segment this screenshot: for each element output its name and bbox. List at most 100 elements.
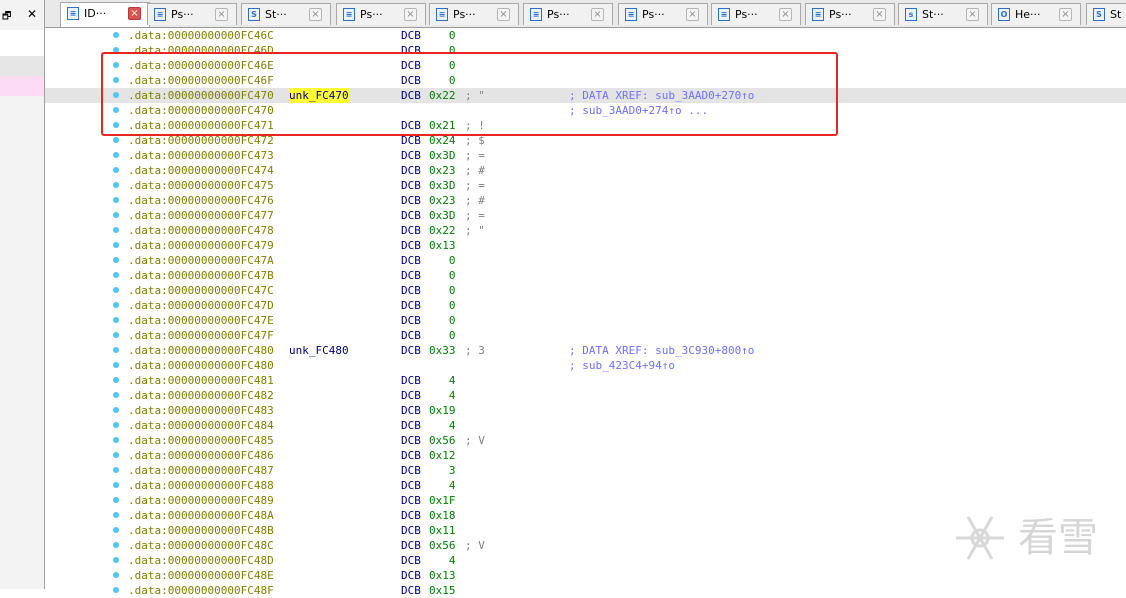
- address[interactable]: .data:00000000000FC479: [128, 238, 274, 253]
- listing-line[interactable]: .data:00000000000FC47F DCB 0: [45, 328, 1126, 343]
- tab-close-icon[interactable]: ×: [404, 8, 417, 21]
- breakpoint-dot-icon[interactable]: [113, 527, 119, 533]
- breakpoint-dot-icon[interactable]: [113, 272, 119, 278]
- address[interactable]: .data:00000000000FC477: [128, 208, 274, 223]
- breakpoint-dot-icon[interactable]: [113, 497, 119, 503]
- breakpoint-dot-icon[interactable]: [113, 512, 119, 518]
- address[interactable]: .data:00000000000FC46C: [128, 28, 274, 43]
- listing-line[interactable]: .data:00000000000FC47D DCB 0: [45, 298, 1126, 313]
- breakpoint-dot-icon[interactable]: [113, 152, 119, 158]
- tab-1[interactable]: ≡ ID··· ×: [60, 2, 150, 27]
- address[interactable]: .data:00000000000FC480: [128, 343, 274, 358]
- address[interactable]: .data:00000000000FC484: [128, 418, 274, 433]
- panel-row[interactable]: [0, 56, 44, 76]
- tab-close-icon[interactable]: ×: [591, 8, 604, 21]
- breakpoint-dot-icon[interactable]: [113, 137, 119, 143]
- breakpoint-dot-icon[interactable]: [113, 422, 119, 428]
- listing-line[interactable]: .data:00000000000FC488 DCB 4: [45, 478, 1126, 493]
- breakpoint-dot-icon[interactable]: [113, 212, 119, 218]
- xref-comment[interactable]: ; DATA XREF: sub_3C930+800↑o: [569, 343, 754, 358]
- address[interactable]: .data:00000000000FC47D: [128, 298, 274, 313]
- address[interactable]: .data:00000000000FC48A: [128, 508, 274, 523]
- listing-line[interactable]: .data:00000000000FC47A DCB 0: [45, 253, 1126, 268]
- listing-line[interactable]: .data:00000000000FC46C DCB 0: [45, 28, 1126, 43]
- breakpoint-dot-icon[interactable]: [113, 197, 119, 203]
- tab-close-icon[interactable]: ×: [215, 8, 228, 21]
- address[interactable]: .data:00000000000FC48B: [128, 523, 274, 538]
- address[interactable]: .data:00000000000FC486: [128, 448, 274, 463]
- breakpoint-dot-icon[interactable]: [113, 287, 119, 293]
- address[interactable]: .data:00000000000FC487: [128, 463, 274, 478]
- address[interactable]: .data:00000000000FC47F: [128, 328, 274, 343]
- breakpoint-dot-icon[interactable]: [113, 482, 119, 488]
- address[interactable]: .data:00000000000FC48F: [128, 583, 274, 598]
- address[interactable]: .data:00000000000FC474: [128, 163, 274, 178]
- xref-comment[interactable]: ; sub_423C4+94↑o: [569, 358, 675, 373]
- breakpoint-dot-icon[interactable]: [113, 317, 119, 323]
- address[interactable]: .data:00000000000FC48E: [128, 568, 274, 583]
- address[interactable]: .data:00000000000FC488: [128, 478, 274, 493]
- breakpoint-dot-icon[interactable]: [113, 347, 119, 353]
- listing-line[interactable]: .data:00000000000FC475 DCB 0x3D ; =: [45, 178, 1126, 193]
- breakpoint-dot-icon[interactable]: [113, 452, 119, 458]
- close-window-icon[interactable]: ✕: [27, 7, 37, 21]
- tab-10[interactable]: s St··· ×: [898, 3, 988, 25]
- listing-line[interactable]: .data:00000000000FC480 unk_FC480 DCB 0x33 ; …: [45, 343, 1126, 358]
- breakpoint-dot-icon[interactable]: [113, 437, 119, 443]
- tab-4[interactable]: ≡ Ps··· ×: [336, 3, 426, 25]
- address[interactable]: .data:00000000000FC47A: [128, 253, 274, 268]
- listing-line[interactable]: .data:00000000000FC476 DCB 0x23 ; #: [45, 193, 1126, 208]
- tab-11[interactable]: O He··· ×: [991, 3, 1081, 25]
- tab-close-icon[interactable]: ×: [497, 8, 510, 21]
- breakpoint-dot-icon[interactable]: [113, 377, 119, 383]
- tab-close-icon[interactable]: ×: [686, 8, 699, 21]
- listing-line[interactable]: .data:00000000000FC48F DCB 0x15: [45, 583, 1126, 598]
- address[interactable]: .data:00000000000FC476: [128, 193, 274, 208]
- breakpoint-dot-icon[interactable]: [113, 332, 119, 338]
- tab-close-icon[interactable]: ×: [128, 7, 141, 20]
- listing-line[interactable]: .data:00000000000FC486 DCB 0x12: [45, 448, 1126, 463]
- breakpoint-dot-icon[interactable]: [113, 182, 119, 188]
- breakpoint-dot-icon[interactable]: [113, 392, 119, 398]
- tab-close-icon[interactable]: ×: [309, 8, 322, 21]
- listing-line[interactable]: .data:00000000000FC484 DCB 4: [45, 418, 1126, 433]
- tab-close-icon[interactable]: ×: [873, 8, 886, 21]
- breakpoint-dot-icon[interactable]: [113, 242, 119, 248]
- listing-line[interactable]: .data:00000000000FC474 DCB 0x23 ; #: [45, 163, 1126, 178]
- listing-line[interactable]: .data:00000000000FC487 DCB 3: [45, 463, 1126, 478]
- tab-7[interactable]: ≡ Ps··· ×: [618, 3, 708, 25]
- address[interactable]: .data:00000000000FC47C: [128, 283, 274, 298]
- address[interactable]: .data:00000000000FC485: [128, 433, 274, 448]
- listing-line[interactable]: .data:00000000000FC473 DCB 0x3D ; =: [45, 148, 1126, 163]
- listing-line[interactable]: .data:00000000000FC477 DCB 0x3D ; =: [45, 208, 1126, 223]
- tab-8[interactable]: ≡ Ps··· ×: [711, 3, 801, 25]
- listing-line[interactable]: .data:00000000000FC482 DCB 4: [45, 388, 1126, 403]
- breakpoint-dot-icon[interactable]: [113, 362, 119, 368]
- address[interactable]: .data:00000000000FC47E: [128, 313, 274, 328]
- tab-9[interactable]: ≡ Ps··· ×: [805, 3, 895, 25]
- tab-12[interactable]: S St: [1086, 3, 1126, 25]
- restore-window-icon[interactable]: 🗗: [2, 9, 11, 26]
- breakpoint-dot-icon[interactable]: [113, 467, 119, 473]
- address[interactable]: .data:00000000000FC473: [128, 148, 274, 163]
- listing-line[interactable]: .data:00000000000FC481 DCB 4: [45, 373, 1126, 388]
- breakpoint-dot-icon[interactable]: [113, 32, 119, 38]
- listing-line[interactable]: .data:00000000000FC47B DCB 0: [45, 268, 1126, 283]
- listing-line[interactable]: .data:00000000000FC47C DCB 0: [45, 283, 1126, 298]
- panel-row[interactable]: [0, 30, 44, 56]
- address[interactable]: .data:00000000000FC483: [128, 403, 274, 418]
- listing-line[interactable]: .data:00000000000FC480 ; sub_423C4+94↑o: [45, 358, 1126, 373]
- tab-close-icon[interactable]: ×: [966, 8, 979, 21]
- listing-line[interactable]: .data:00000000000FC478 DCB 0x22 ; ": [45, 223, 1126, 238]
- tab-6[interactable]: ≡ Ps··· ×: [523, 3, 613, 25]
- tab-5[interactable]: ≡ Ps··· ×: [429, 3, 519, 25]
- address[interactable]: .data:00000000000FC481: [128, 373, 274, 388]
- address[interactable]: .data:00000000000FC478: [128, 223, 274, 238]
- address[interactable]: .data:00000000000FC48D: [128, 553, 274, 568]
- breakpoint-dot-icon[interactable]: [113, 557, 119, 563]
- tab-3[interactable]: S St··· ×: [241, 3, 331, 25]
- panel-row-selected[interactable]: [0, 76, 44, 96]
- breakpoint-dot-icon[interactable]: [113, 572, 119, 578]
- address[interactable]: .data:00000000000FC480: [128, 358, 274, 373]
- breakpoint-dot-icon[interactable]: [113, 227, 119, 233]
